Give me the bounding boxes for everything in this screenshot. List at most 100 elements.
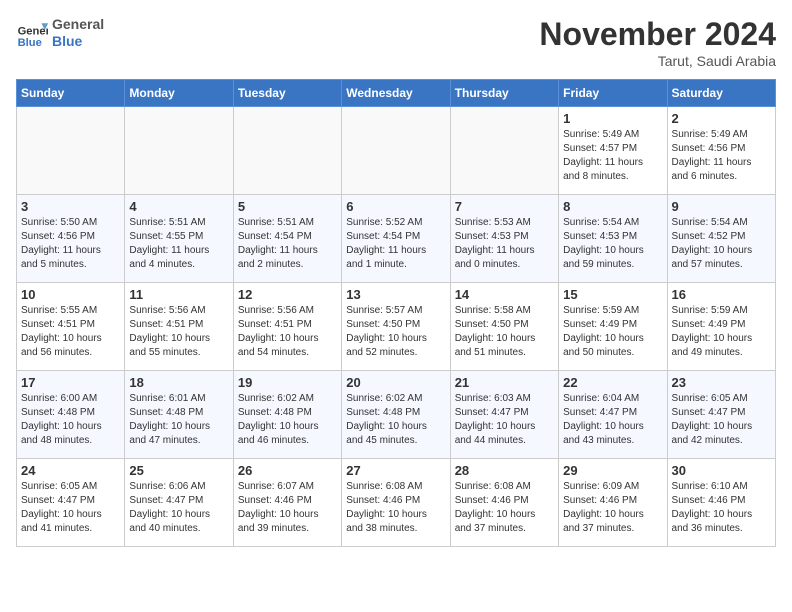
calendar-cell: [342, 107, 450, 195]
calendar-cell: 13 Sunrise: 5:57 AM Sunset: 4:50 PM Dayli…: [342, 283, 450, 371]
day-info: Sunrise: 5:57 AM Sunset: 4:50 PM Dayligh…: [346, 304, 445, 360]
day-info: Sunrise: 5:56 AM Sunset: 4:51 PM Dayligh…: [129, 304, 228, 360]
day-number: 19: [238, 375, 337, 390]
day-number: 21: [455, 375, 554, 390]
week-row-1: 3 Sunrise: 5:50 AM Sunset: 4:56 PM Daylig…: [17, 195, 776, 283]
day-number: 22: [563, 375, 662, 390]
day-number: 1: [563, 111, 662, 126]
calendar-body: 1 Sunrise: 5:49 AM Sunset: 4:57 PM Daylig…: [17, 107, 776, 547]
day-info: Sunrise: 5:54 AM Sunset: 4:53 PM Dayligh…: [563, 216, 662, 272]
week-row-0: 1 Sunrise: 5:49 AM Sunset: 4:57 PM Daylig…: [17, 107, 776, 195]
svg-text:General: General: [18, 25, 48, 37]
day-number: 23: [672, 375, 771, 390]
day-number: 26: [238, 463, 337, 478]
calendar-cell: 15Sunrise: 5:59 AM Sunset: 4:49 PM Dayli…: [559, 283, 667, 371]
calendar-cell: 29 Sunrise: 6:09 AM Sunset: 4:46 PM Dayli…: [559, 459, 667, 547]
day-number: 27: [346, 463, 445, 478]
day-number: 3: [21, 199, 120, 214]
week-row-2: 10 Sunrise: 5:55 AM Sunset: 4:51 PM Dayli…: [17, 283, 776, 371]
day-number: 30: [672, 463, 771, 478]
day-info: Sunrise: 6:03 AM Sunset: 4:47 PM Dayligh…: [455, 392, 554, 448]
day-info: Sunrise: 6:01 AM Sunset: 4:48 PM Dayligh…: [129, 392, 228, 448]
day-info: Sunrise: 6:08 AM Sunset: 4:46 PM Dayligh…: [455, 480, 554, 536]
day-number: 24: [21, 463, 120, 478]
calendar-header: SundayMondayTuesdayWednesdayThursdayFrid…: [17, 80, 776, 107]
location: Tarut, Saudi Arabia: [539, 53, 776, 69]
day-info: Sunrise: 6:05 AM Sunset: 4:47 PM Dayligh…: [21, 480, 120, 536]
day-number: 29: [563, 463, 662, 478]
day-number: 17: [21, 375, 120, 390]
calendar-cell: 16 Sunrise: 5:59 AM Sunset: 4:49 PM Dayli…: [667, 283, 775, 371]
title-area: November 2024 Tarut, Saudi Arabia: [539, 16, 776, 69]
calendar-cell: 22 Sunrise: 6:04 AM Sunset: 4:47 PM Dayli…: [559, 371, 667, 459]
calendar-cell: 20 Sunrise: 6:02 AM Sunset: 4:48 PM Dayli…: [342, 371, 450, 459]
calendar-cell: [233, 107, 341, 195]
calendar-cell: 6Sunrise: 5:52 AM Sunset: 4:54 PM Daylig…: [342, 195, 450, 283]
day-info: Sunrise: 6:08 AM Sunset: 4:46 PM Dayligh…: [346, 480, 445, 536]
logo-line1: General: [52, 16, 104, 33]
calendar-cell: 23 Sunrise: 6:05 AM Sunset: 4:47 PM Dayli…: [667, 371, 775, 459]
day-number: 14: [455, 287, 554, 302]
day-info: Sunrise: 5:54 AM Sunset: 4:52 PM Dayligh…: [672, 216, 771, 272]
logo-icon: General Blue: [16, 17, 48, 49]
day-info: Sunrise: 6:09 AM Sunset: 4:46 PM Dayligh…: [563, 480, 662, 536]
day-number: 10: [21, 287, 120, 302]
calendar-cell: 8 Sunrise: 5:54 AM Sunset: 4:53 PM Daylig…: [559, 195, 667, 283]
header-thursday: Thursday: [450, 80, 558, 107]
day-number: 28: [455, 463, 554, 478]
day-number: 25: [129, 463, 228, 478]
calendar-table: SundayMondayTuesdayWednesdayThursdayFrid…: [16, 79, 776, 547]
day-number: 13: [346, 287, 445, 302]
calendar-cell: 28 Sunrise: 6:08 AM Sunset: 4:46 PM Dayli…: [450, 459, 558, 547]
header-saturday: Saturday: [667, 80, 775, 107]
calendar-cell: 27 Sunrise: 6:08 AM Sunset: 4:46 PM Dayli…: [342, 459, 450, 547]
day-number: 5: [238, 199, 337, 214]
day-info: Sunrise: 5:50 AM Sunset: 4:56 PM Dayligh…: [21, 216, 120, 272]
day-info: Sunrise: 5:49 AM Sunset: 4:57 PM Dayligh…: [563, 128, 662, 184]
svg-text:Blue: Blue: [18, 37, 42, 49]
calendar-cell: 10 Sunrise: 5:55 AM Sunset: 4:51 PM Dayli…: [17, 283, 125, 371]
calendar-cell: 2 Sunrise: 5:49 AM Sunset: 4:56 PM Daylig…: [667, 107, 775, 195]
day-info: Sunrise: 6:07 AM Sunset: 4:46 PM Dayligh…: [238, 480, 337, 536]
day-info: Sunrise: 6:00 AM Sunset: 4:48 PM Dayligh…: [21, 392, 120, 448]
day-number: 12: [238, 287, 337, 302]
day-info: Sunrise: 5:59 AM Sunset: 4:49 PM Dayligh…: [563, 304, 662, 360]
day-number: 18: [129, 375, 228, 390]
day-number: 11: [129, 287, 228, 302]
calendar-cell: 30Sunrise: 6:10 AM Sunset: 4:46 PM Dayli…: [667, 459, 775, 547]
day-info: Sunrise: 6:04 AM Sunset: 4:47 PM Dayligh…: [563, 392, 662, 448]
day-info: Sunrise: 6:02 AM Sunset: 4:48 PM Dayligh…: [238, 392, 337, 448]
header-monday: Monday: [125, 80, 233, 107]
day-number: 7: [455, 199, 554, 214]
header-wednesday: Wednesday: [342, 80, 450, 107]
week-row-3: 17 Sunrise: 6:00 AM Sunset: 4:48 PM Dayli…: [17, 371, 776, 459]
day-info: Sunrise: 6:05 AM Sunset: 4:47 PM Dayligh…: [672, 392, 771, 448]
day-info: Sunrise: 5:51 AM Sunset: 4:54 PM Dayligh…: [238, 216, 337, 272]
logo: General Blue General Blue: [16, 16, 104, 50]
calendar-cell: [450, 107, 558, 195]
day-info: Sunrise: 5:58 AM Sunset: 4:50 PM Dayligh…: [455, 304, 554, 360]
calendar-cell: 18 Sunrise: 6:01 AM Sunset: 4:48 PM Dayli…: [125, 371, 233, 459]
calendar-cell: 3 Sunrise: 5:50 AM Sunset: 4:56 PM Daylig…: [17, 195, 125, 283]
day-info: Sunrise: 6:02 AM Sunset: 4:48 PM Dayligh…: [346, 392, 445, 448]
day-info: Sunrise: 5:59 AM Sunset: 4:49 PM Dayligh…: [672, 304, 771, 360]
day-info: Sunrise: 5:49 AM Sunset: 4:56 PM Dayligh…: [672, 128, 771, 184]
calendar-cell: 21 Sunrise: 6:03 AM Sunset: 4:47 PM Dayli…: [450, 371, 558, 459]
day-number: 6: [346, 199, 445, 214]
day-number: 2: [672, 111, 771, 126]
header-friday: Friday: [559, 80, 667, 107]
day-number: 16: [672, 287, 771, 302]
calendar-cell: 19 Sunrise: 6:02 AM Sunset: 4:48 PM Dayli…: [233, 371, 341, 459]
day-info: Sunrise: 6:06 AM Sunset: 4:47 PM Dayligh…: [129, 480, 228, 536]
day-info: Sunrise: 5:55 AM Sunset: 4:51 PM Dayligh…: [21, 304, 120, 360]
day-number: 8: [563, 199, 662, 214]
calendar-cell: 24 Sunrise: 6:05 AM Sunset: 4:47 PM Dayli…: [17, 459, 125, 547]
day-number: 4: [129, 199, 228, 214]
calendar-cell: [125, 107, 233, 195]
day-number: 20: [346, 375, 445, 390]
day-info: Sunrise: 5:56 AM Sunset: 4:51 PM Dayligh…: [238, 304, 337, 360]
calendar-cell: 14 Sunrise: 5:58 AM Sunset: 4:50 PM Dayli…: [450, 283, 558, 371]
calendar-cell: 1 Sunrise: 5:49 AM Sunset: 4:57 PM Daylig…: [559, 107, 667, 195]
header-sunday: Sunday: [17, 80, 125, 107]
day-info: Sunrise: 5:51 AM Sunset: 4:55 PM Dayligh…: [129, 216, 228, 272]
